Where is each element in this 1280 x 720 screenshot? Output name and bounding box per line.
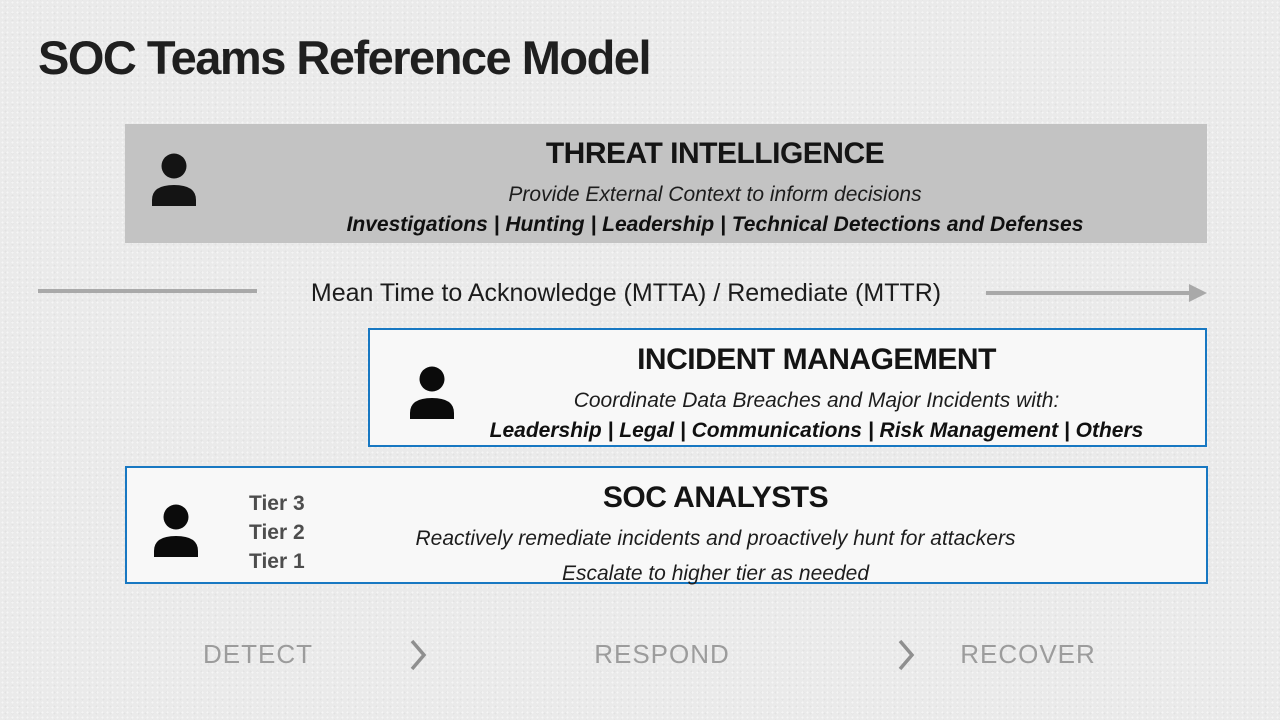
process-step-recover: RECOVER	[960, 639, 1096, 669]
chevron-right-icon	[896, 637, 916, 678]
soc-analysts-title: SOC ANALYSTS	[603, 480, 828, 516]
arrow-right-icon	[986, 281, 1208, 310]
threat-intelligence-subtitle: Provide External Context to inform decis…	[508, 182, 921, 207]
page-title: SOC Teams Reference Model	[38, 30, 650, 86]
incident-management-detail: Leadership | Legal | Communications | Ri…	[490, 418, 1144, 443]
incident-management-title: INCIDENT MANAGEMENT	[637, 342, 996, 378]
threat-intelligence-box: THREAT INTELLIGENCE Provide External Con…	[125, 124, 1207, 243]
incident-management-content: INCIDENT MANAGEMENT Coordinate Data Brea…	[370, 330, 1205, 445]
timeline-line-left	[38, 289, 257, 293]
process-step-detect: DETECT	[203, 639, 313, 669]
soc-analysts-content: SOC ANALYSTS Reactively remediate incide…	[127, 468, 1206, 582]
incident-management-subtitle: Coordinate Data Breaches and Major Incid…	[574, 388, 1060, 413]
threat-intelligence-detail: Investigations | Hunting | Leadership | …	[347, 212, 1084, 237]
incident-management-box: INCIDENT MANAGEMENT Coordinate Data Brea…	[368, 328, 1207, 447]
chevron-right-icon	[408, 637, 428, 678]
process-step-respond: RESPOND	[594, 639, 730, 669]
soc-analysts-box: Tier 3 Tier 2 Tier 1 SOC ANALYSTS Reacti…	[125, 466, 1208, 584]
soc-analysts-subtitle: Reactively remediate incidents and proac…	[416, 526, 1016, 551]
slide: SOC Teams Reference Model THREAT INTELLI…	[0, 0, 1280, 720]
threat-intelligence-content: THREAT INTELLIGENCE Provide External Con…	[125, 124, 1207, 243]
soc-analysts-detail: Escalate to higher tier as needed	[562, 561, 869, 586]
threat-intelligence-title: THREAT INTELLIGENCE	[546, 136, 884, 172]
timeline-label: Mean Time to Acknowledge (MTTA) / Remedi…	[311, 278, 941, 308]
